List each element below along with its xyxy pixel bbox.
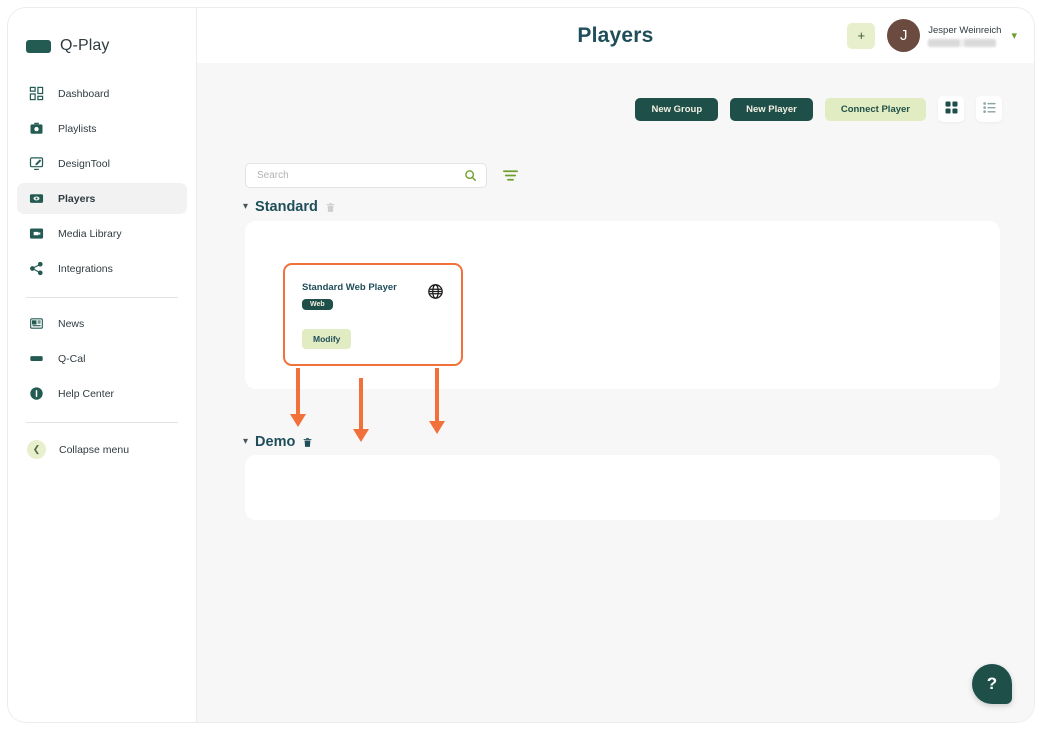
player-card-standard-web-player[interactable]: Standard Web Player Web Modify: [283, 263, 463, 366]
sidebar-item-playlists[interactable]: Playlists: [17, 113, 187, 144]
main-content: New Group New Player Connect Player Sear…: [197, 63, 1034, 722]
sidebar-item-label: Media Library: [58, 227, 122, 240]
group-header-standard: ▾ Standard: [243, 199, 336, 215]
sidebar-primary-nav: Dashboard Playlists DesignTool Players M…: [8, 78, 196, 284]
sidebar-item-label: News: [58, 317, 85, 330]
sidebar-item-q-cal[interactable]: Q-Cal: [17, 343, 187, 374]
search-icon[interactable]: [464, 169, 477, 182]
sidebar-divider-top: [26, 297, 178, 298]
player-card-title: Standard Web Player: [302, 282, 397, 293]
sidebar-item-label: Help Center: [58, 387, 115, 400]
search-and-filter-row: [245, 163, 519, 188]
list-view-icon: [982, 100, 997, 118]
trash-icon[interactable]: [302, 437, 313, 448]
sidebar-item-players[interactable]: Players: [17, 183, 187, 214]
q-cal-icon: [28, 351, 44, 367]
players-toolbar: New Group New Player Connect Player: [635, 96, 1002, 122]
annotation-arrow-3: [429, 368, 445, 434]
grid-view-button[interactable]: [938, 96, 964, 122]
player-type-badge: Web: [302, 299, 333, 310]
playlist-icon: [28, 121, 44, 137]
annotation-arrow-1: [290, 368, 306, 428]
top-header: Players + J Jesper Weinreich ▾: [197, 8, 1034, 63]
filter-icon[interactable]: [502, 167, 519, 184]
trash-icon[interactable]: [325, 202, 336, 213]
profile-menu[interactable]: J Jesper Weinreich ▾: [887, 19, 1017, 52]
group-panel-demo: [245, 455, 1000, 520]
brand-name: Q-Play: [60, 37, 110, 54]
app-window: Q-Play Dashboard Playlists DesignTool Pl…: [8, 8, 1034, 722]
chevron-down-icon[interactable]: ▾: [243, 202, 248, 212]
sidebar-divider-bottom: [26, 422, 178, 423]
search-box[interactable]: [245, 163, 487, 188]
annotation-arrow-2: [353, 378, 369, 442]
player-card-header: Standard Web Player Web: [285, 265, 461, 311]
dashboard-icon: [28, 86, 44, 102]
profile-name: Jesper Weinreich: [928, 24, 1002, 36]
sidebar-item-designtool[interactable]: DesignTool: [17, 148, 187, 179]
chevron-left-icon: ❮: [27, 440, 46, 459]
header-actions: + J Jesper Weinreich ▾: [847, 19, 1017, 52]
sidebar-item-integrations[interactable]: Integrations: [17, 253, 187, 284]
news-icon: [28, 316, 44, 332]
list-view-button[interactable]: [976, 96, 1002, 122]
sidebar: Q-Play Dashboard Playlists DesignTool Pl…: [8, 8, 197, 722]
group-header-demo: ▾ Demo: [243, 434, 313, 450]
modify-button[interactable]: Modify: [302, 329, 352, 349]
grid-view-icon: [944, 100, 959, 118]
connect-player-button[interactable]: Connect Player: [824, 97, 926, 121]
profile-text: Jesper Weinreich: [928, 25, 1001, 47]
chevron-down-icon[interactable]: ▾: [1011, 29, 1017, 42]
integrations-icon: [28, 261, 44, 277]
new-player-button[interactable]: New Player: [730, 97, 813, 121]
avatar: J: [887, 19, 921, 52]
sidebar-item-dashboard[interactable]: Dashboard: [17, 78, 187, 109]
group-name: Standard: [255, 199, 318, 215]
new-group-button[interactable]: New Group: [635, 97, 719, 121]
players-icon: [28, 191, 44, 207]
sidebar-item-news[interactable]: News: [17, 308, 187, 339]
sidebar-item-label: Dashboard: [58, 87, 110, 100]
globe-icon: [427, 283, 444, 300]
help-button[interactable]: ?: [972, 664, 1012, 704]
search-input[interactable]: [246, 164, 486, 187]
help-center-icon: [28, 386, 44, 402]
sidebar-item-media-library[interactable]: Media Library: [17, 218, 187, 249]
sidebar-secondary-nav: News Q-Cal Help Center: [8, 308, 196, 409]
sidebar-item-label: DesignTool: [58, 157, 110, 170]
collapse-menu-label: Collapse menu: [59, 443, 130, 456]
chevron-down-icon[interactable]: ▾: [243, 437, 248, 447]
sidebar-item-help-center[interactable]: Help Center: [17, 378, 187, 409]
profile-secondary-redacted: [928, 38, 997, 47]
player-card-info: Standard Web Player Web: [302, 282, 397, 311]
brand-logo[interactable]: Q-Play: [8, 8, 196, 64]
sidebar-item-label: Players: [58, 192, 96, 205]
sidebar-item-label: Q-Cal: [58, 352, 86, 365]
add-button[interactable]: +: [847, 22, 876, 49]
collapse-menu-button[interactable]: ❮ Collapse menu: [8, 440, 196, 459]
sidebar-item-label: Integrations: [58, 262, 113, 275]
design-tool-icon: [28, 156, 44, 172]
media-library-icon: [28, 226, 44, 242]
group-name: Demo: [255, 434, 296, 450]
sidebar-item-label: Playlists: [58, 122, 97, 135]
q-play-logo-icon: [26, 39, 51, 53]
